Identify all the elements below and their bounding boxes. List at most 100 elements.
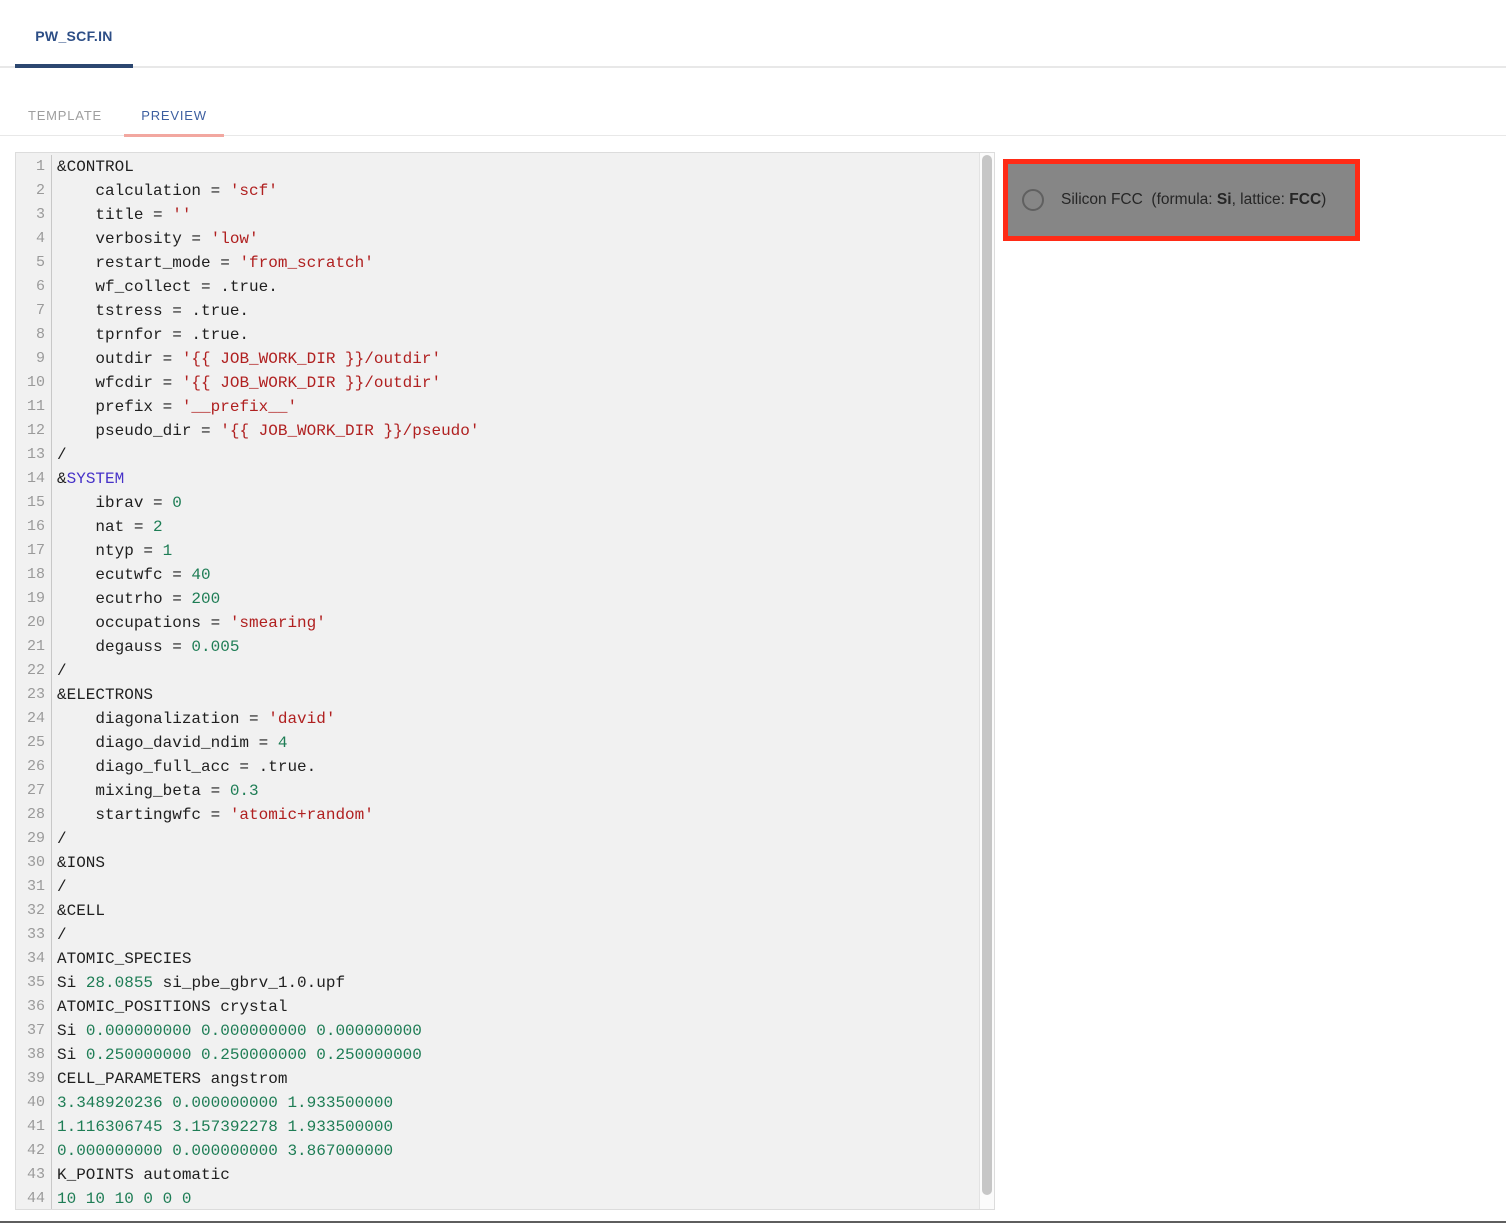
code-text: verbosity = 'low'	[52, 227, 259, 251]
line-number: 5	[16, 251, 52, 275]
line-number: 28	[16, 803, 52, 827]
line-number: 36	[16, 995, 52, 1019]
line-number: 12	[16, 419, 52, 443]
code-line: 18 ecutwfc = 40	[16, 563, 994, 587]
code-line: 9 outdir = '{{ JOB_WORK_DIR }}/outdir'	[16, 347, 994, 371]
code-line: 24 diagonalization = 'david'	[16, 707, 994, 731]
code-line: 27 mixing_beta = 0.3	[16, 779, 994, 803]
line-number: 34	[16, 947, 52, 971]
code-line: 23&ELECTRONS	[16, 683, 994, 707]
line-number: 26	[16, 755, 52, 779]
code-editor[interactable]: 1&CONTROL2 calculation = 'scf'3 title = …	[15, 152, 995, 1210]
line-number: 18	[16, 563, 52, 587]
view-tabs: TEMPLATEPREVIEW	[0, 95, 1506, 136]
code-text: tprnfor = .true.	[52, 323, 249, 347]
code-text: calculation = 'scf'	[52, 179, 278, 203]
code-line: 26 diago_full_acc = .true.	[16, 755, 994, 779]
code-line: 1&CONTROL	[16, 155, 994, 179]
material-option-silicon-fcc[interactable]: Silicon FCC (formula: Si, lattice: FCC)	[1003, 159, 1360, 241]
code-text: /	[52, 659, 67, 683]
code-text: Si 0.250000000 0.250000000 0.250000000	[52, 1043, 422, 1067]
line-number: 40	[16, 1091, 52, 1115]
line-number: 24	[16, 707, 52, 731]
code-text: ATOMIC_POSITIONS crystal	[52, 995, 287, 1019]
editor-scrollbar-thumb[interactable]	[982, 155, 992, 1195]
code-line: 30&IONS	[16, 851, 994, 875]
line-number: 19	[16, 587, 52, 611]
code-line: 34ATOMIC_SPECIES	[16, 947, 994, 971]
line-number: 17	[16, 539, 52, 563]
code-line: 4 verbosity = 'low'	[16, 227, 994, 251]
material-label: Silicon FCC (formula: Si, lattice: FCC)	[1061, 191, 1326, 209]
code-line: 8 tprnfor = .true.	[16, 323, 994, 347]
code-line: 22/	[16, 659, 994, 683]
line-number: 1	[16, 155, 52, 179]
code-line: 28 startingwfc = 'atomic+random'	[16, 803, 994, 827]
code-line: 10 wfcdir = '{{ JOB_WORK_DIR }}/outdir'	[16, 371, 994, 395]
bottom-divider	[0, 1221, 1506, 1223]
code-text: degauss = 0.005	[52, 635, 239, 659]
code-line: 3 title = ''	[16, 203, 994, 227]
tab-template[interactable]: TEMPLATE	[15, 95, 115, 136]
code-text: Si 28.0855 si_pbe_gbrv_1.0.upf	[52, 971, 345, 995]
code-text: ntyp = 1	[52, 539, 172, 563]
code-line: 403.348920236 0.000000000 1.933500000	[16, 1091, 994, 1115]
code-line: 420.000000000 0.000000000 3.867000000	[16, 1139, 994, 1163]
file-tab-pw-scf-in[interactable]: PW_SCF.IN	[15, 0, 133, 66]
code-text: wfcdir = '{{ JOB_WORK_DIR }}/outdir'	[52, 371, 441, 395]
code-line: 37Si 0.000000000 0.000000000 0.000000000	[16, 1019, 994, 1043]
code-text: &SYSTEM	[52, 467, 124, 491]
line-number: 15	[16, 491, 52, 515]
code-line: 43K_POINTS automatic	[16, 1163, 994, 1187]
code-text: diagonalization = 'david'	[52, 707, 335, 731]
code-line: 6 wf_collect = .true.	[16, 275, 994, 299]
code-text: 3.348920236 0.000000000 1.933500000	[52, 1091, 393, 1115]
line-number: 20	[16, 611, 52, 635]
tab-preview[interactable]: PREVIEW	[124, 95, 224, 136]
line-number: 8	[16, 323, 52, 347]
code-line: 39CELL_PARAMETERS angstrom	[16, 1067, 994, 1091]
radio-button-icon[interactable]	[1022, 189, 1044, 211]
code-text: /	[52, 827, 67, 851]
active-file-tab-indicator	[15, 64, 133, 68]
line-number: 16	[16, 515, 52, 539]
code-text: prefix = '__prefix__'	[52, 395, 297, 419]
line-number: 2	[16, 179, 52, 203]
code-line: 4410 10 10 0 0 0	[16, 1187, 994, 1210]
line-number: 38	[16, 1043, 52, 1067]
code-line: 411.116306745 3.157392278 1.933500000	[16, 1115, 994, 1139]
code-text: occupations = 'smearing'	[52, 611, 326, 635]
line-number: 3	[16, 203, 52, 227]
code-line: 25 diago_david_ndim = 4	[16, 731, 994, 755]
line-number: 13	[16, 443, 52, 467]
code-text: diago_david_ndim = 4	[52, 731, 287, 755]
code-text: tstress = .true.	[52, 299, 249, 323]
code-text: ibrav = 0	[52, 491, 182, 515]
line-number: 4	[16, 227, 52, 251]
line-number: 21	[16, 635, 52, 659]
code-line: 38Si 0.250000000 0.250000000 0.250000000	[16, 1043, 994, 1067]
code-text: 1.116306745 3.157392278 1.933500000	[52, 1115, 393, 1139]
editor-scrollbar[interactable]	[979, 153, 994, 1209]
code-text: /	[52, 443, 67, 467]
code-line: 7 tstress = .true.	[16, 299, 994, 323]
code-text: outdir = '{{ JOB_WORK_DIR }}/outdir'	[52, 347, 441, 371]
line-number: 27	[16, 779, 52, 803]
code-line: 14&SYSTEM	[16, 467, 994, 491]
line-number: 22	[16, 659, 52, 683]
line-number: 35	[16, 971, 52, 995]
line-number: 11	[16, 395, 52, 419]
active-tab-underline	[124, 134, 224, 137]
code-line: 12 pseudo_dir = '{{ JOB_WORK_DIR }}/pseu…	[16, 419, 994, 443]
line-number: 39	[16, 1067, 52, 1091]
code-text: ecutrho = 200	[52, 587, 220, 611]
line-number: 44	[16, 1187, 52, 1210]
code-text: diago_full_acc = .true.	[52, 755, 316, 779]
code-line: 20 occupations = 'smearing'	[16, 611, 994, 635]
code-line: 35Si 28.0855 si_pbe_gbrv_1.0.upf	[16, 971, 994, 995]
code-text: &ELECTRONS	[52, 683, 153, 707]
line-number: 33	[16, 923, 52, 947]
code-text: mixing_beta = 0.3	[52, 779, 259, 803]
code-line: 11 prefix = '__prefix__'	[16, 395, 994, 419]
code-text: /	[52, 923, 67, 947]
